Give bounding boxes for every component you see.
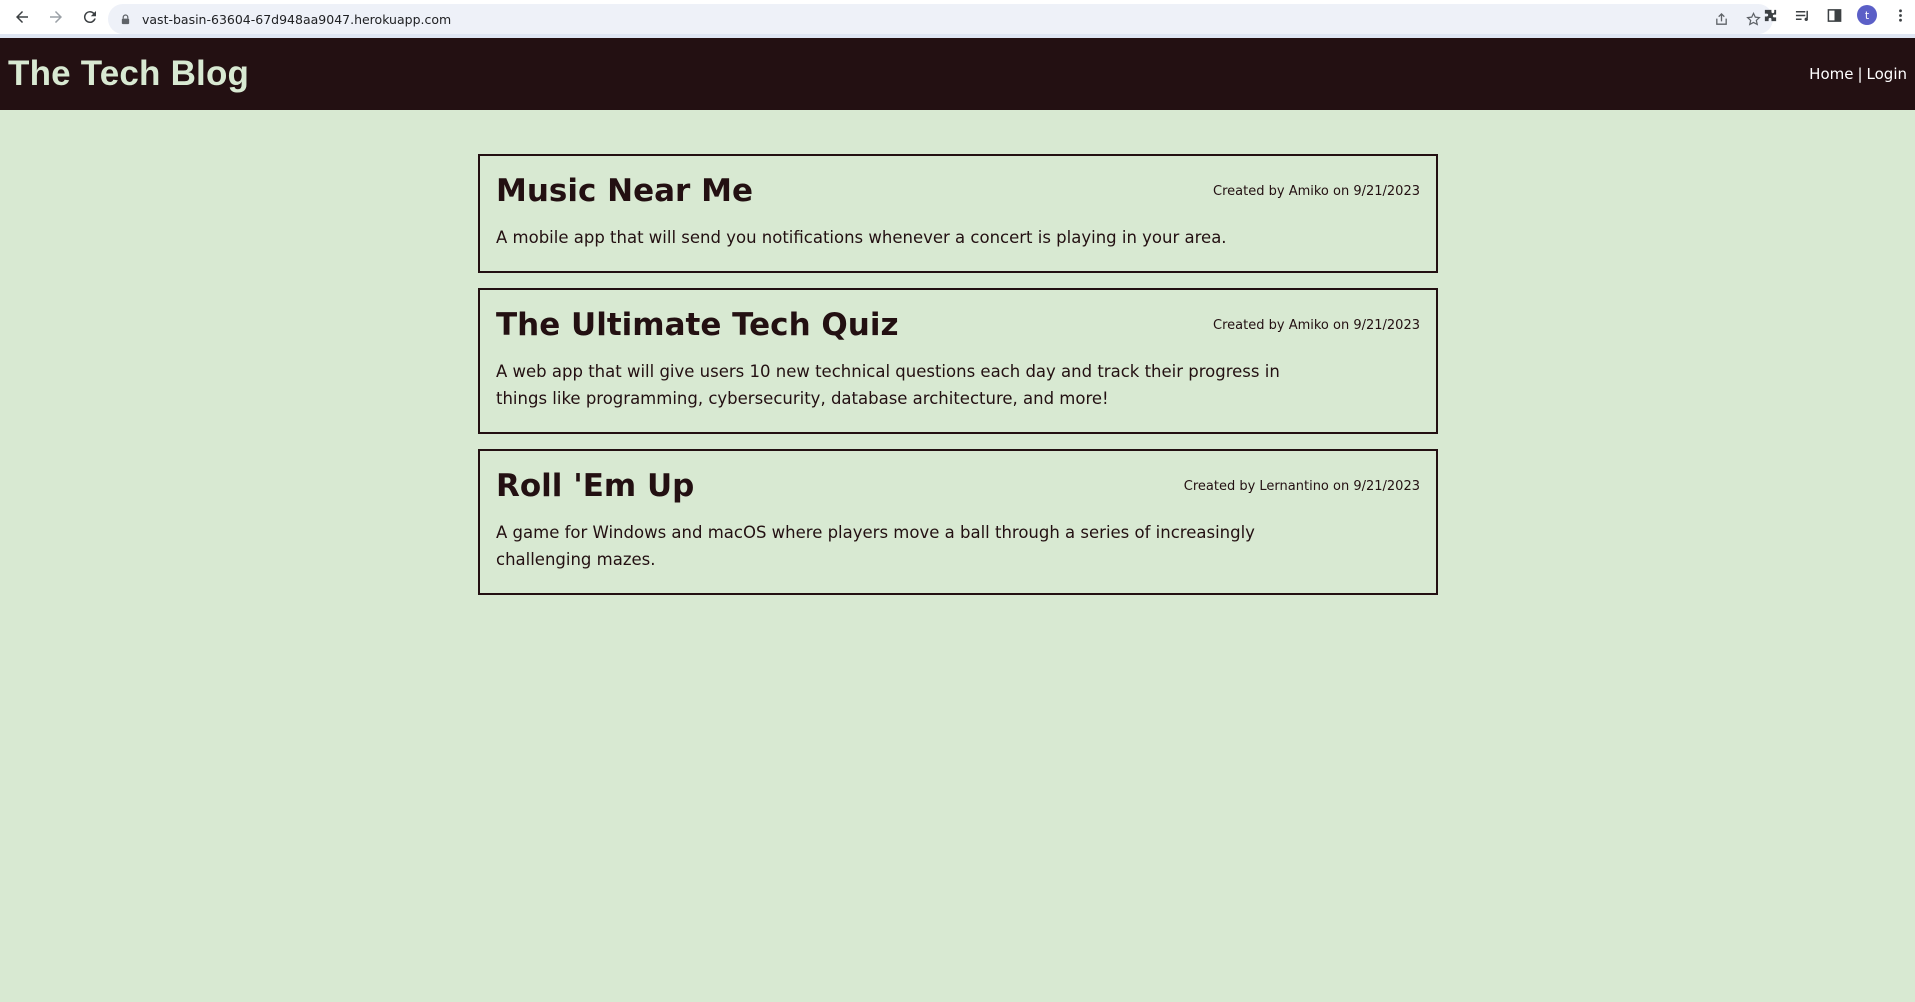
back-button[interactable]	[6, 1, 38, 33]
reload-icon	[83, 11, 96, 24]
url-text: vast-basin-63604-67d948aa9047.herokuapp.…	[142, 11, 452, 27]
address-bar[interactable]: vast-basin-63604-67d948aa9047.herokuapp.…	[108, 4, 1773, 34]
site-title[interactable]: The Tech Blog	[8, 54, 249, 94]
more-menu-icon[interactable]	[1891, 6, 1909, 24]
forward-button[interactable]	[40, 1, 72, 33]
post-body: A web app that will give users 10 new te…	[496, 362, 1280, 408]
back-arrow-icon	[16, 11, 28, 23]
post-title[interactable]: The Ultimate Tech Quiz	[496, 306, 899, 344]
post-title[interactable]: Roll 'Em Up	[496, 467, 694, 505]
extensions-icon[interactable]	[1761, 6, 1779, 24]
forward-arrow-icon	[50, 11, 62, 23]
bookmark-star-icon[interactable]	[1745, 11, 1761, 27]
side-panel-icon[interactable]	[1825, 6, 1843, 24]
post-meta: Created by Amiko on 9/21/2023	[1213, 318, 1420, 333]
post-meta: Created by Amiko on 9/21/2023	[1213, 184, 1420, 199]
reload-button[interactable]	[74, 1, 106, 33]
post-body: A game for Windows and macOS where playe…	[496, 523, 1255, 569]
post-card[interactable]: The Ultimate Tech Quiz Created by Amiko …	[478, 288, 1438, 434]
nav-home-link[interactable]: Home	[1809, 65, 1853, 83]
post-list: Music Near Me Created by Amiko on 9/21/2…	[0, 110, 1915, 595]
post-card[interactable]: Music Near Me Created by Amiko on 9/21/2…	[478, 154, 1438, 273]
post-body: A mobile app that will send you notifica…	[496, 228, 1227, 247]
share-icon[interactable]	[1713, 11, 1729, 27]
post-card[interactable]: Roll 'Em Up Created by Lernantino on 9/2…	[478, 449, 1438, 595]
nav-login-link[interactable]: Login	[1867, 65, 1907, 83]
browser-toolbar: vast-basin-63604-67d948aa9047.herokuapp.…	[0, 0, 1915, 38]
site-nav: Home | Login	[1809, 65, 1907, 83]
post-meta: Created by Lernantino on 9/21/2023	[1183, 479, 1420, 494]
site-header: The Tech Blog Home | Login	[0, 38, 1915, 110]
nav-separator: |	[1857, 65, 1863, 83]
post-title[interactable]: Music Near Me	[496, 172, 753, 210]
profile-avatar[interactable]: t	[1857, 5, 1877, 25]
reading-list-icon[interactable]	[1793, 6, 1811, 24]
lock-icon	[120, 13, 132, 25]
